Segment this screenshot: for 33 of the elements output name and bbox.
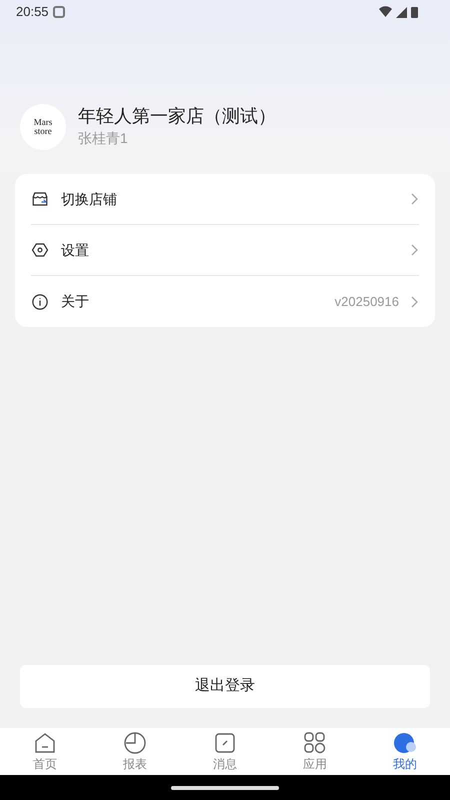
chevron-icon [411,244,419,256]
chevron-icon [411,296,419,308]
menu-label: 设置 [61,240,90,260]
store-name: 年轻人第一家店（测试） [78,105,276,128]
version-text: v20250916 [334,292,399,311]
apps-icon [303,730,327,754]
message-icon [213,730,237,754]
notification-icon [52,6,65,18]
battery-icon [411,6,418,18]
user-icon [393,730,417,754]
user-name: 张桂青1 [78,128,129,148]
wifi-icon [379,6,392,18]
nav-tab[interactable]: 首页 [0,728,90,775]
chevron-icon [411,193,419,205]
logo-text: Mars [34,118,52,127]
menu-item[interactable]: 设置 [31,225,419,276]
home-icon [33,730,57,754]
menu-label: 关于 [61,292,90,311]
logo-text: store [34,127,52,136]
status-time: 20:55 [16,3,49,22]
nav-tab[interactable]: 报表 [90,728,180,775]
menu-item[interactable]: 关于 v20250916 [31,276,419,327]
menu-item[interactable]: 切换店铺 [31,174,419,225]
pie-chart-icon [123,730,147,754]
store-icon [31,190,49,208]
menu-label: 切换店铺 [61,190,118,208]
nav-tab[interactable]: 应用 [270,728,360,775]
signal-icon [396,6,407,18]
info-icon [31,292,49,310]
settings-icon [31,241,49,259]
logout-button[interactable]: 退出登录 [20,665,430,708]
nav-tab[interactable]: 我的 [360,728,450,775]
nav-tab[interactable]: 消息 [180,728,270,775]
